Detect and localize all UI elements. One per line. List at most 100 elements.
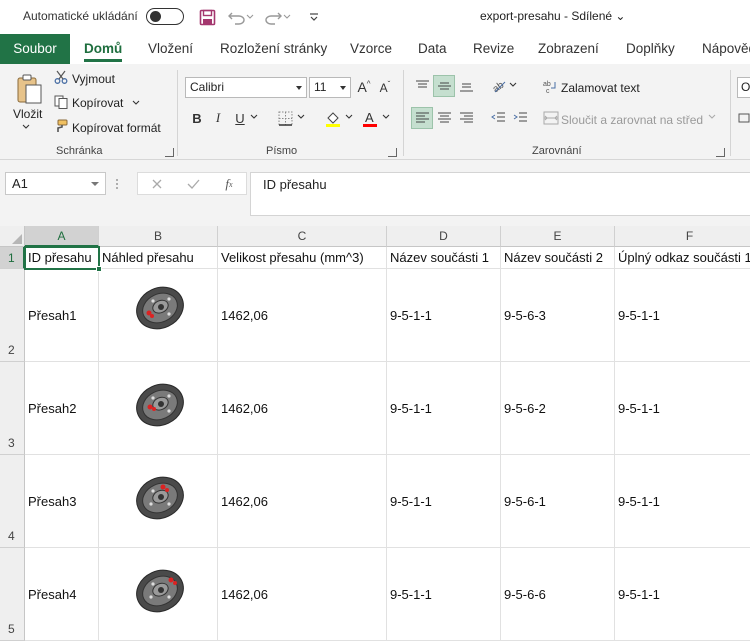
tab-review[interactable]: Revize: [473, 34, 514, 64]
borders-dropdown-icon[interactable]: [295, 110, 307, 124]
fill-color-dropdown-icon[interactable]: [343, 110, 355, 124]
copy-button[interactable]: Kopírovat: [72, 96, 123, 110]
cell-d2[interactable]: 9-5-1-1: [387, 269, 501, 362]
paste-dropdown-icon[interactable]: [19, 122, 33, 132]
select-all-button[interactable]: [0, 226, 25, 247]
scissors-icon[interactable]: [53, 69, 69, 85]
column-header-e[interactable]: E: [501, 226, 615, 247]
column-header-b[interactable]: B: [99, 226, 218, 247]
redo-icon[interactable]: [264, 8, 282, 26]
document-title[interactable]: export-presahu - Sdílené ⌄: [480, 9, 625, 23]
column-header-d[interactable]: D: [387, 226, 501, 247]
autosave-toggle[interactable]: [146, 8, 184, 25]
column-header-c[interactable]: C: [218, 226, 387, 247]
tab-data[interactable]: Data: [418, 34, 447, 64]
cell-e3[interactable]: 9-5-6-2: [501, 362, 615, 455]
cell-b1[interactable]: Náhled přesahu: [99, 247, 218, 269]
fill-handle[interactable]: [96, 266, 102, 272]
undo-icon[interactable]: [228, 8, 246, 26]
cell-f2[interactable]: 9-5-1-1: [615, 269, 750, 362]
font-color-icon[interactable]: A: [359, 107, 381, 129]
customize-toolbar-icon[interactable]: [305, 8, 323, 26]
cell-a5[interactable]: Přesah4: [25, 548, 99, 641]
cell-f4[interactable]: 9-5-1-1: [615, 455, 750, 548]
align-center-icon[interactable]: [433, 107, 455, 129]
tab-insert[interactable]: Vložení: [148, 34, 193, 64]
cell-d5[interactable]: 9-5-1-1: [387, 548, 501, 641]
name-box[interactable]: A1: [5, 172, 106, 195]
font-color-dropdown-icon[interactable]: [380, 110, 392, 124]
column-header-a[interactable]: A: [25, 226, 99, 247]
tab-file[interactable]: Soubor: [0, 34, 70, 64]
cell-b2[interactable]: [99, 269, 218, 362]
alignment-launcher-icon[interactable]: [716, 148, 725, 157]
cell-d3[interactable]: 9-5-1-1: [387, 362, 501, 455]
enter-icon[interactable]: [182, 173, 204, 195]
cell-e2[interactable]: 9-5-6-3: [501, 269, 615, 362]
tab-formulas[interactable]: Vzorce: [350, 34, 392, 64]
cell-e4[interactable]: 9-5-6-1: [501, 455, 615, 548]
cell-f5[interactable]: 9-5-1-1: [615, 548, 750, 641]
tab-addins[interactable]: Doplňky: [626, 34, 675, 64]
borders-icon[interactable]: [274, 107, 296, 129]
format-painter-icon[interactable]: [53, 118, 69, 134]
orientation-dropdown-icon[interactable]: [507, 78, 519, 92]
redo-dropdown-icon[interactable]: [282, 8, 292, 26]
number-format-dropdown[interactable]: O: [737, 77, 750, 98]
save-icon[interactable]: [198, 8, 216, 26]
row-header-2[interactable]: 2: [0, 269, 25, 362]
align-top-icon[interactable]: [411, 75, 433, 97]
cell-e5[interactable]: 9-5-6-6: [501, 548, 615, 641]
font-launcher-icon[interactable]: [388, 148, 397, 157]
cell-a4[interactable]: Přesah3: [25, 455, 99, 548]
undo-dropdown-icon[interactable]: [245, 8, 255, 26]
wrap-text-button[interactable]: Zalamovat text: [561, 81, 640, 95]
fill-color-icon[interactable]: [322, 107, 344, 129]
cell-b5[interactable]: [99, 548, 218, 641]
cell-c3[interactable]: 1462,06: [218, 362, 387, 455]
cell-c1[interactable]: Velikost přesahu (mm^3): [218, 247, 387, 269]
row-header-1[interactable]: 1: [0, 247, 25, 269]
cell-f1[interactable]: Úplný odkaz součásti 1: [615, 247, 750, 269]
cell-e1[interactable]: Název součásti 2: [501, 247, 615, 269]
tab-home[interactable]: Domů: [84, 34, 123, 64]
copy-dropdown-icon[interactable]: [130, 98, 142, 108]
align-middle-icon[interactable]: [433, 75, 455, 97]
paste-icon[interactable]: [14, 72, 44, 106]
cell-d4[interactable]: 9-5-1-1: [387, 455, 501, 548]
cell-c2[interactable]: 1462,06: [218, 269, 387, 362]
cut-button[interactable]: Vyjmout: [72, 72, 115, 86]
decrease-indent-icon[interactable]: [487, 107, 509, 129]
cell-b3[interactable]: [99, 362, 218, 455]
increase-font-size-icon[interactable]: A^: [353, 76, 375, 98]
align-right-icon[interactable]: [455, 107, 477, 129]
increase-indent-icon[interactable]: [509, 107, 531, 129]
cell-b4[interactable]: [99, 455, 218, 548]
copy-icon[interactable]: [53, 94, 69, 110]
decrease-font-size-icon[interactable]: Aˇ: [374, 76, 396, 98]
underline-dropdown-icon[interactable]: [248, 110, 260, 124]
tab-view[interactable]: Zobrazení: [538, 34, 599, 64]
bold-button[interactable]: B: [186, 107, 208, 129]
row-header-4[interactable]: 4: [0, 455, 25, 548]
cell-c5[interactable]: 1462,06: [218, 548, 387, 641]
cell-a2[interactable]: Přesah1: [25, 269, 99, 362]
align-left-icon[interactable]: [411, 107, 433, 129]
cell-f3[interactable]: 9-5-1-1: [615, 362, 750, 455]
align-bottom-icon[interactable]: [455, 75, 477, 97]
font-size-dropdown[interactable]: 11: [309, 77, 351, 98]
italic-button[interactable]: I: [207, 107, 229, 129]
column-header-f[interactable]: F: [615, 226, 750, 247]
more-options-icon[interactable]: [112, 173, 122, 195]
clipboard-launcher-icon[interactable]: [165, 148, 174, 157]
font-name-dropdown[interactable]: Calibri: [185, 77, 307, 98]
row-header-3[interactable]: 3: [0, 362, 25, 455]
cell-a1[interactable]: ID přesahu: [25, 247, 99, 269]
cancel-icon[interactable]: [146, 173, 168, 195]
cell-d1[interactable]: Název součásti 1: [387, 247, 501, 269]
row-header-5[interactable]: 5: [0, 548, 25, 641]
cell-a3[interactable]: Přesah2: [25, 362, 99, 455]
format-painter-button[interactable]: Kopírovat formát: [72, 121, 161, 135]
insert-function-icon[interactable]: fx: [218, 173, 240, 195]
tab-page-layout[interactable]: Rozložení stránky: [220, 34, 327, 64]
